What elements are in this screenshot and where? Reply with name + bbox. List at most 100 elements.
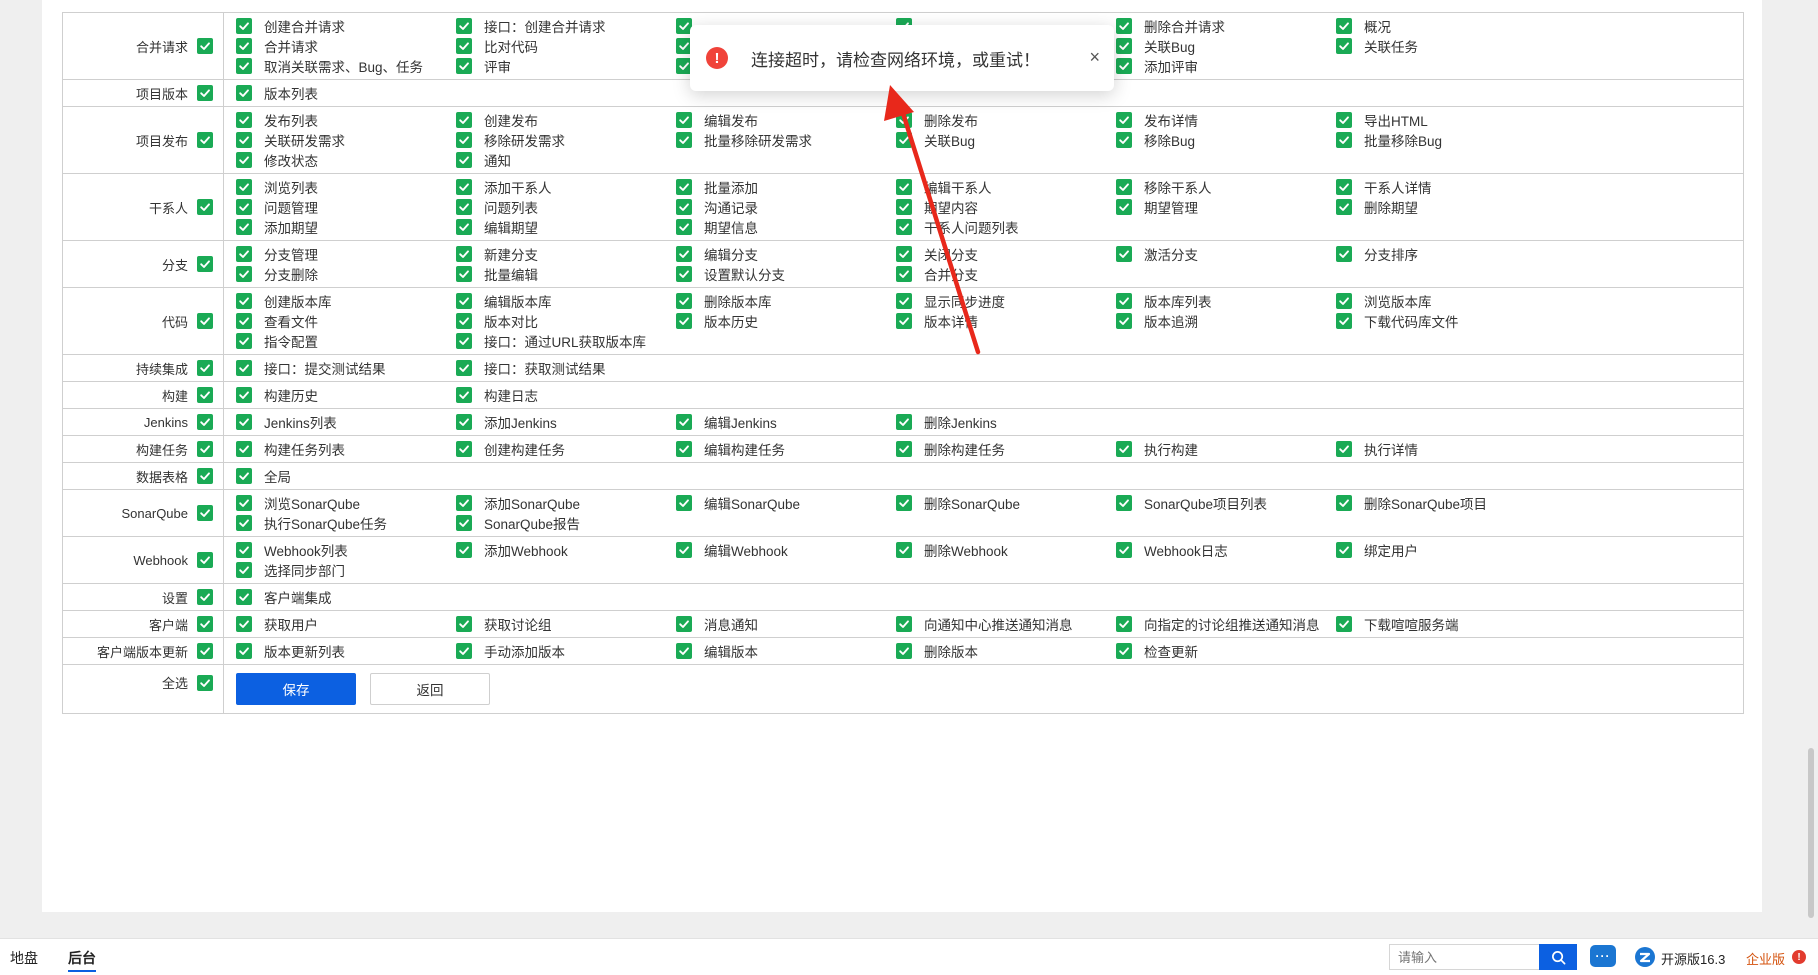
- privilege-item[interactable]: 关联Bug: [1116, 38, 1336, 55]
- privilege-item[interactable]: 添加SonarQube: [456, 495, 676, 512]
- privilege-item[interactable]: 概况: [1336, 18, 1556, 35]
- privilege-item[interactable]: 干系人详情: [1336, 179, 1556, 196]
- select-all-checkbox[interactable]: [197, 674, 213, 691]
- tab-dashboard[interactable]: 地盘: [10, 948, 38, 968]
- privilege-checkbox[interactable]: [456, 219, 472, 235]
- privilege-checkbox[interactable]: [896, 542, 912, 558]
- privilege-item[interactable]: 向指定的讨论组推送通知消息: [1116, 616, 1336, 633]
- privilege-checkbox[interactable]: [1116, 132, 1132, 148]
- module-checkbox[interactable]: [197, 643, 213, 659]
- save-button[interactable]: 保存: [236, 673, 356, 705]
- privilege-checkbox[interactable]: [456, 152, 472, 168]
- privilege-checkbox[interactable]: [456, 360, 472, 376]
- privilege-item[interactable]: 导出HTML: [1336, 112, 1556, 129]
- privilege-checkbox[interactable]: [1116, 58, 1132, 74]
- privilege-item[interactable]: 修改状态: [236, 152, 456, 169]
- privilege-item[interactable]: 批量移除研发需求: [676, 132, 896, 149]
- privilege-checkbox[interactable]: [456, 246, 472, 262]
- module-checkbox[interactable]: [197, 414, 213, 430]
- privilege-item[interactable]: 向通知中心推送通知消息: [896, 616, 1116, 633]
- privilege-checkbox[interactable]: [1336, 495, 1352, 511]
- privilege-checkbox[interactable]: [896, 616, 912, 632]
- privilege-checkbox[interactable]: [236, 387, 252, 403]
- privilege-item[interactable]: 接口：通过URL获取版本库: [456, 333, 676, 350]
- privilege-checkbox[interactable]: [896, 199, 912, 215]
- privilege-checkbox[interactable]: [236, 132, 252, 148]
- back-button[interactable]: 返回: [370, 673, 490, 705]
- chat-icon[interactable]: ···: [1590, 945, 1616, 967]
- privilege-item[interactable]: 沟通记录: [676, 199, 896, 216]
- privilege-checkbox[interactable]: [1116, 293, 1132, 309]
- privilege-item[interactable]: 编辑期望: [456, 219, 676, 236]
- privilege-checkbox[interactable]: [896, 132, 912, 148]
- privilege-item[interactable]: 发布列表: [236, 112, 456, 129]
- module-checkbox[interactable]: [197, 38, 213, 54]
- privilege-item[interactable]: 版本详情: [896, 313, 1116, 330]
- privilege-item[interactable]: 分支排序: [1336, 246, 1556, 263]
- privilege-item[interactable]: 关闭分支: [896, 246, 1116, 263]
- tab-admin[interactable]: 后台: [68, 948, 96, 972]
- search-input[interactable]: [1389, 944, 1539, 970]
- privilege-item[interactable]: 编辑SonarQube: [676, 495, 896, 512]
- privilege-checkbox[interactable]: [236, 199, 252, 215]
- privilege-item[interactable]: 获取用户: [236, 616, 456, 633]
- privilege-item[interactable]: 编辑Webhook: [676, 542, 896, 559]
- module-checkbox[interactable]: [197, 313, 213, 329]
- privilege-checkbox[interactable]: [896, 246, 912, 262]
- privilege-checkbox[interactable]: [236, 58, 252, 74]
- privilege-checkbox[interactable]: [236, 542, 252, 558]
- privilege-checkbox[interactable]: [896, 219, 912, 235]
- privilege-item[interactable]: 关联Bug: [896, 132, 1116, 149]
- privilege-checkbox[interactable]: [236, 468, 252, 484]
- privilege-item[interactable]: 批量编辑: [456, 266, 676, 283]
- privilege-checkbox[interactable]: [236, 495, 252, 511]
- privilege-checkbox[interactable]: [236, 18, 252, 34]
- enterprise-link[interactable]: 企业版: [1746, 949, 1785, 968]
- privilege-checkbox[interactable]: [456, 441, 472, 457]
- privilege-item[interactable]: 关联研发需求: [236, 132, 456, 149]
- privilege-checkbox[interactable]: [896, 643, 912, 659]
- privilege-checkbox[interactable]: [236, 313, 252, 329]
- privilege-item[interactable]: 编辑版本库: [456, 293, 676, 310]
- privilege-checkbox[interactable]: [1336, 179, 1352, 195]
- privilege-checkbox[interactable]: [1336, 542, 1352, 558]
- privilege-item[interactable]: 批量移除Bug: [1336, 132, 1556, 149]
- privilege-checkbox[interactable]: [1116, 179, 1132, 195]
- privilege-checkbox[interactable]: [676, 179, 692, 195]
- privilege-item[interactable]: 移除干系人: [1116, 179, 1336, 196]
- privilege-checkbox[interactable]: [456, 414, 472, 430]
- privilege-checkbox[interactable]: [456, 387, 472, 403]
- privilege-checkbox[interactable]: [236, 360, 252, 376]
- privilege-item[interactable]: 选择同步部门: [236, 562, 456, 579]
- privilege-item[interactable]: 激活分支: [1116, 246, 1336, 263]
- module-checkbox[interactable]: [197, 256, 213, 272]
- privilege-checkbox[interactable]: [456, 616, 472, 632]
- privilege-checkbox[interactable]: [456, 199, 472, 215]
- privilege-checkbox[interactable]: [456, 542, 472, 558]
- privilege-checkbox[interactable]: [456, 643, 472, 659]
- privilege-checkbox[interactable]: [236, 85, 252, 101]
- privilege-checkbox[interactable]: [1336, 313, 1352, 329]
- privilege-item[interactable]: 评审: [456, 58, 676, 75]
- privilege-item[interactable]: 取消关联需求、Bug、任务: [236, 58, 456, 75]
- privilege-item[interactable]: 浏览列表: [236, 179, 456, 196]
- privilege-item[interactable]: 添加评审: [1116, 58, 1336, 75]
- privilege-item[interactable]: SonarQube报告: [456, 515, 676, 532]
- privilege-item[interactable]: 删除发布: [896, 112, 1116, 129]
- privilege-item[interactable]: 添加Webhook: [456, 542, 676, 559]
- privilege-item[interactable]: 编辑版本: [676, 643, 896, 660]
- privilege-item[interactable]: 构建日志: [456, 387, 676, 404]
- privilege-item[interactable]: 构建历史: [236, 387, 456, 404]
- privilege-item[interactable]: 版本追溯: [1116, 313, 1336, 330]
- module-checkbox[interactable]: [197, 85, 213, 101]
- privilege-checkbox[interactable]: [676, 132, 692, 148]
- module-checkbox[interactable]: [197, 505, 213, 521]
- privilege-checkbox[interactable]: [1336, 246, 1352, 262]
- privilege-checkbox[interactable]: [456, 515, 472, 531]
- privilege-checkbox[interactable]: [456, 495, 472, 511]
- privilege-item[interactable]: SonarQube项目列表: [1116, 495, 1336, 512]
- search-button[interactable]: [1539, 944, 1577, 970]
- privilege-checkbox[interactable]: [456, 38, 472, 54]
- privilege-checkbox[interactable]: [1336, 199, 1352, 215]
- privilege-checkbox[interactable]: [1116, 495, 1132, 511]
